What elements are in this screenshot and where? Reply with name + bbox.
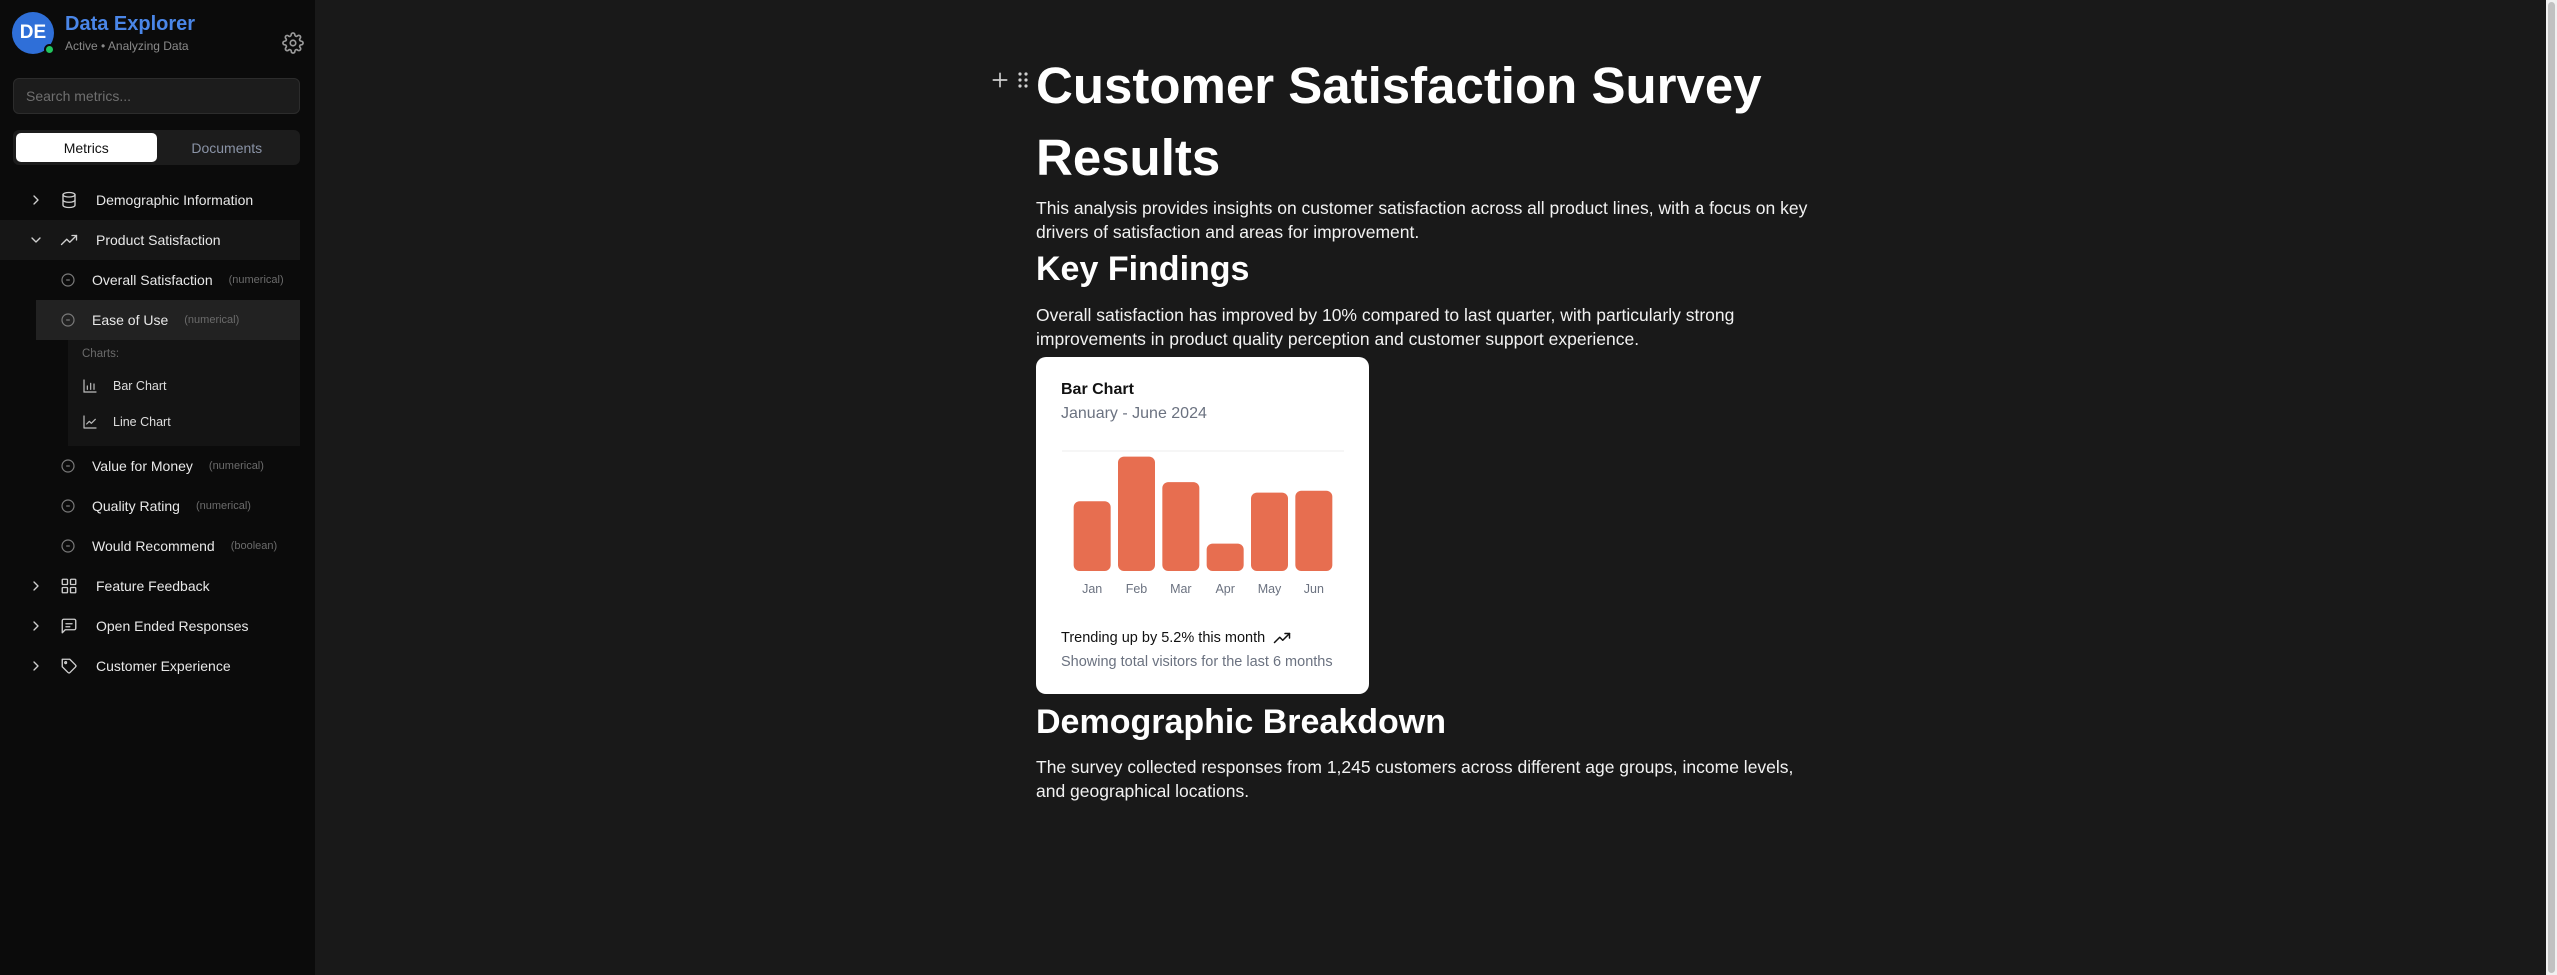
bar-chart-card[interactable]: Bar Chart January - June 2024 Jan Feb Mar A… xyxy=(1036,357,1369,694)
bar-chart-icon xyxy=(82,378,98,394)
chart-bar-jan[interactable] xyxy=(1073,501,1111,571)
tree-group-label: Open Ended Responses xyxy=(96,618,249,634)
message-square-icon xyxy=(60,617,78,635)
tree-group-label: Product Satisfaction xyxy=(96,232,221,248)
sidebar: DE Data Explorer Active • Analyzing Data… xyxy=(0,0,315,975)
chart-footer: Showing total visitors for the last 6 mo… xyxy=(1061,654,1333,670)
demographic-paragraph[interactable]: The survey collected responses from 1,24… xyxy=(1036,755,1816,803)
chart-item-label: Line Chart xyxy=(113,415,171,429)
chart-tick-label: Apr xyxy=(1215,582,1234,596)
charts-label: Charts: xyxy=(82,348,120,360)
metric-circle-icon xyxy=(60,498,76,514)
tree-group-label: Demographic Information xyxy=(96,192,254,208)
metric-label: Ease of Use xyxy=(92,312,169,328)
metric-label: Value for Money xyxy=(92,458,193,474)
scrollbar-thumb[interactable] xyxy=(2548,2,2555,973)
chart-trend: Trending up by 5.2% this month xyxy=(1061,629,1291,647)
tree-group-label: Feature Feedback xyxy=(96,578,210,594)
tag-icon xyxy=(60,657,78,675)
metric-type: (numerical) xyxy=(195,500,251,512)
bar-chart: Jan Feb Mar Apr May Jun xyxy=(1062,450,1344,596)
metric-circle-icon xyxy=(60,312,76,328)
scrollbar[interactable] xyxy=(2546,0,2557,975)
metric-value-for-money[interactable]: Value for Money (numerical) xyxy=(0,446,300,486)
brand-header: DE Data Explorer Active • Analyzing Data xyxy=(12,12,304,56)
tree-group-open-ended-responses[interactable]: Open Ended Responses xyxy=(0,606,300,646)
drag-handle-icon[interactable] xyxy=(1017,70,1029,90)
chart-bar-mar[interactable] xyxy=(1162,482,1200,571)
metrics-tree: Demographic Information Product Satisfac… xyxy=(0,180,300,686)
tree-group-label: Customer Experience xyxy=(96,658,231,674)
chart-tick-label: Feb xyxy=(1126,582,1148,596)
key-findings-paragraph[interactable]: Overall satisfaction has improved by 10%… xyxy=(1036,303,1816,351)
tree-group-product-satisfaction[interactable]: Product Satisfaction xyxy=(0,220,300,260)
metric-label: Would Recommend xyxy=(92,538,215,554)
add-block-icon[interactable] xyxy=(990,70,1010,90)
chevron-down-icon[interactable] xyxy=(28,232,44,248)
chart-item-line-chart[interactable]: Line Chart xyxy=(68,404,300,440)
chevron-right-icon[interactable] xyxy=(28,578,44,594)
chart-tick-label: Jun xyxy=(1304,582,1324,596)
gear-icon[interactable] xyxy=(282,32,304,54)
metric-label: Quality Rating xyxy=(92,498,180,514)
app-status: Active • Analyzing Data xyxy=(65,39,189,53)
demographic-heading[interactable]: Demographic Breakdown xyxy=(1036,703,1446,742)
chevron-right-icon[interactable] xyxy=(28,658,44,674)
metric-quality-rating[interactable]: Quality Rating (numerical) xyxy=(0,486,300,526)
metric-overall-satisfaction[interactable]: Overall Satisfaction (numerical) xyxy=(0,260,300,300)
tab-documents[interactable]: Documents xyxy=(157,133,298,162)
metric-circle-icon xyxy=(60,458,76,474)
trending-up-icon xyxy=(60,231,78,249)
chart-tick-label: May xyxy=(1258,582,1282,596)
search-input[interactable] xyxy=(13,78,300,114)
tab-metrics[interactable]: Metrics xyxy=(16,133,157,162)
metric-type: (boolean) xyxy=(230,540,278,552)
metric-circle-icon xyxy=(60,538,76,554)
line-chart-icon xyxy=(82,414,98,430)
metric-type: (numerical) xyxy=(228,274,284,286)
online-status-dot xyxy=(44,44,55,55)
chart-bar-feb[interactable] xyxy=(1118,456,1155,571)
app-title: Data Explorer xyxy=(65,13,196,35)
tree-group-customer-experience[interactable]: Customer Experience xyxy=(0,646,300,686)
key-findings-heading[interactable]: Key Findings xyxy=(1036,250,1249,289)
metric-charts-panel: Charts: Bar Chart Line Chart xyxy=(68,340,300,446)
chart-bar-apr[interactable] xyxy=(1206,543,1244,571)
metric-circle-icon xyxy=(60,272,76,288)
chevron-right-icon[interactable] xyxy=(28,618,44,634)
intro-paragraph[interactable]: This analysis provides insights on custo… xyxy=(1036,196,1816,244)
chart-bar-may[interactable] xyxy=(1251,492,1288,571)
metric-type: (numerical) xyxy=(184,314,240,326)
sidebar-tabs: Metrics Documents xyxy=(13,130,300,165)
page-title[interactable]: Customer Satisfaction Survey Results xyxy=(1036,50,1816,194)
chart-bar-jun[interactable] xyxy=(1295,490,1333,571)
metric-would-recommend[interactable]: Would Recommend (boolean) xyxy=(0,526,300,566)
chart-item-label: Bar Chart xyxy=(113,379,167,393)
tree-group-feature-feedback[interactable]: Feature Feedback xyxy=(0,566,300,606)
trending-up-icon xyxy=(1273,629,1291,647)
chevron-right-icon[interactable] xyxy=(28,192,44,208)
grid-icon xyxy=(60,577,78,595)
chart-trend-text: Trending up by 5.2% this month xyxy=(1061,630,1266,646)
chart-item-bar-chart[interactable]: Bar Chart xyxy=(68,368,300,404)
database-icon xyxy=(60,191,78,209)
tree-group-demographic-information[interactable]: Demographic Information xyxy=(0,180,300,220)
chart-tick-label: Jan xyxy=(1082,582,1102,596)
metric-label: Overall Satisfaction xyxy=(92,272,213,288)
app-root: DE Data Explorer Active • Analyzing Data… xyxy=(0,0,2557,975)
chart-tick-label: Mar xyxy=(1170,582,1192,596)
metric-type: (numerical) xyxy=(208,460,264,472)
metric-ease-of-use[interactable]: Ease of Use (numerical) xyxy=(36,300,300,340)
